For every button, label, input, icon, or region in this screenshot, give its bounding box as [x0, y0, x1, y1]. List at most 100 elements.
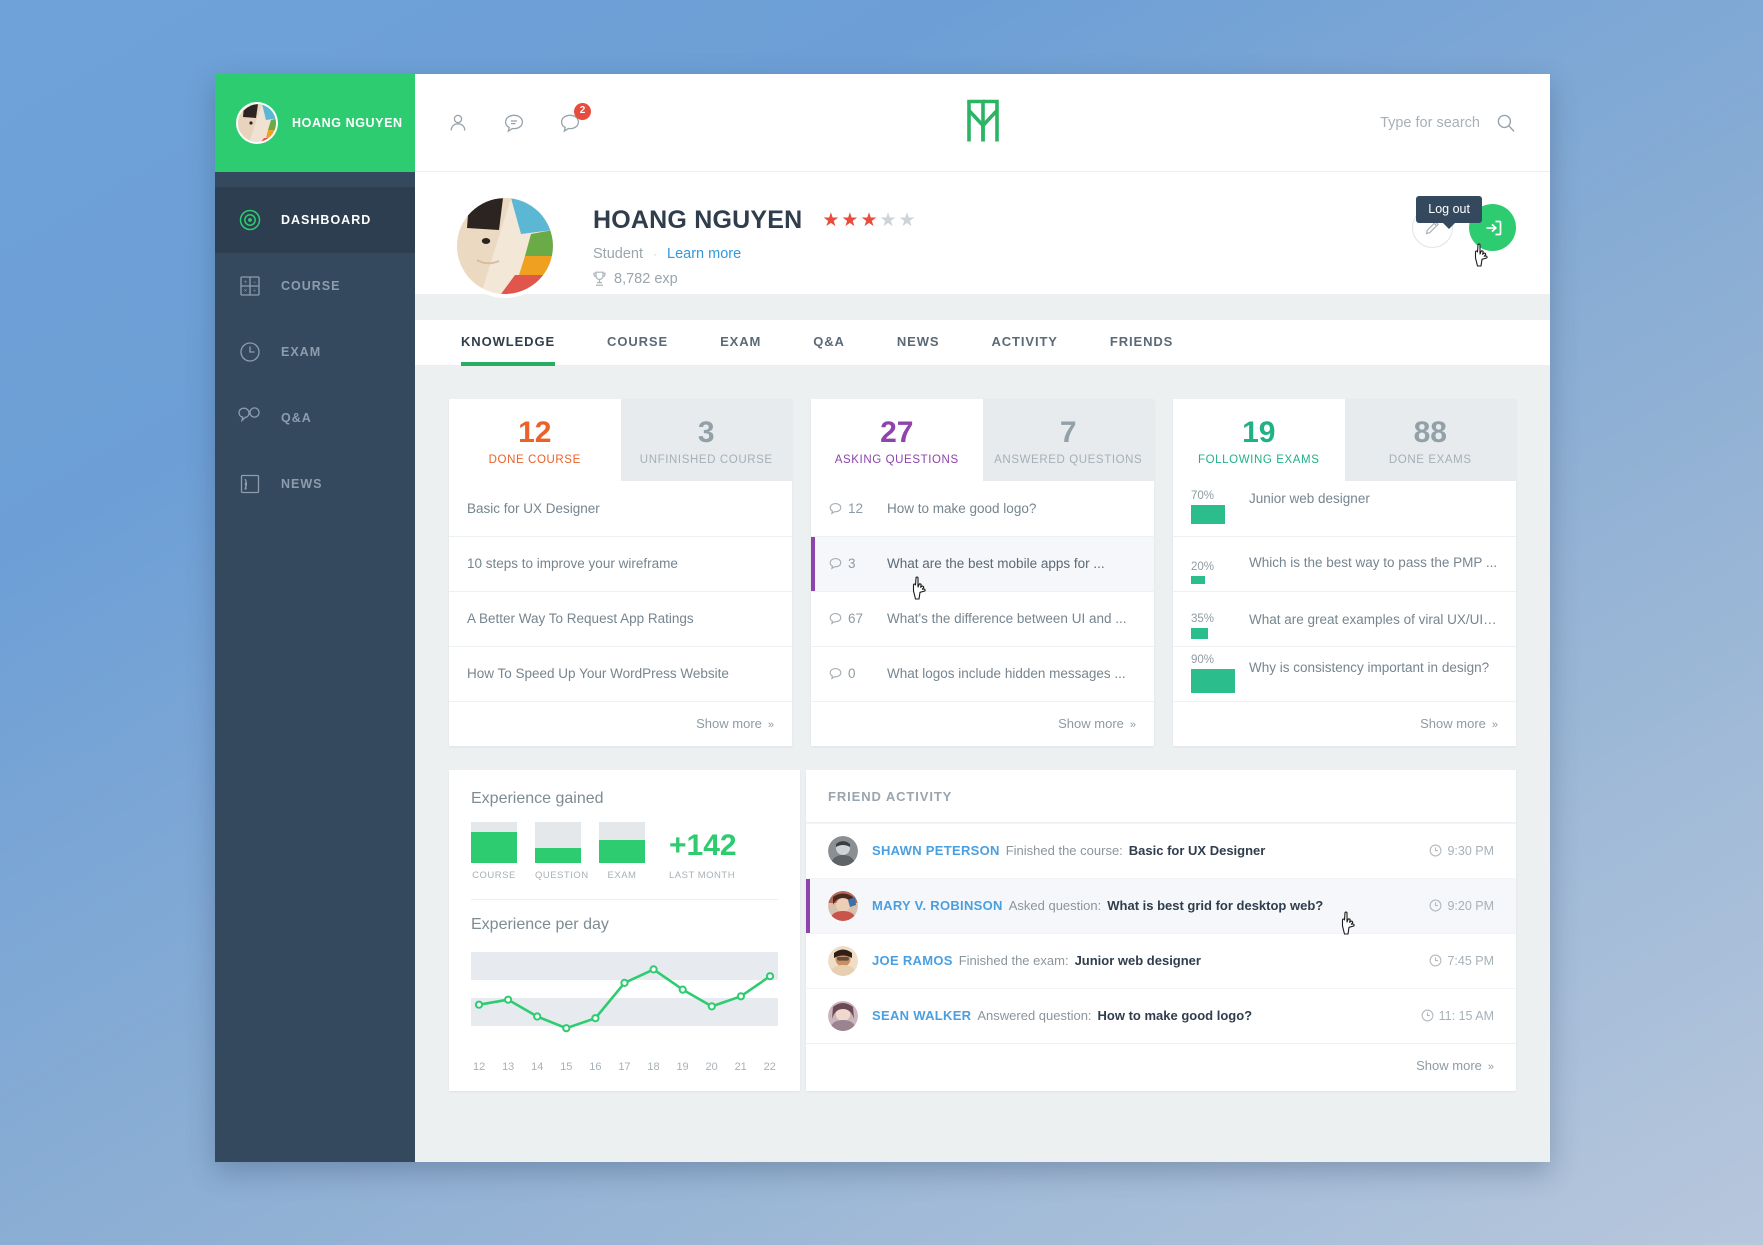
activity-user[interactable]: JOE RAMOS — [872, 953, 953, 968]
course-card-head: 12 DONE COURSE 3 UNFINISHED COURSE — [449, 399, 792, 481]
x-tick-label: 16 — [589, 1060, 602, 1073]
exam-progress: 35% — [1191, 613, 1249, 639]
exam-progress-value: 20% — [1191, 560, 1215, 573]
activity-object[interactable]: Basic for UX Designer — [1129, 843, 1266, 858]
done-course-tab[interactable]: 12 DONE COURSE — [449, 399, 621, 481]
sidebar-brand[interactable]: HOANG NGUYEN — [215, 74, 415, 172]
activity-row[interactable]: JOE RAMOS Finished the exam: Junior web … — [806, 932, 1516, 988]
sidebar-item-exam[interactable]: EXAM — [215, 319, 415, 385]
activity-user[interactable]: MARY V. ROBINSON — [872, 898, 1003, 913]
logout-button[interactable]: Log out — [1416, 196, 1516, 251]
svg-text:×: × — [244, 289, 248, 295]
answered-questions-tab[interactable]: 7 ANSWERED QUESTIONS — [982, 399, 1154, 481]
experience-bar-course: COURSE — [471, 821, 517, 881]
learn-more-link[interactable]: Learn more — [667, 246, 741, 262]
following-exams-tab[interactable]: 19 FOLLOWING EXAMS — [1173, 399, 1345, 481]
logo-n-mark — [965, 97, 1001, 148]
clock-icon — [1429, 844, 1442, 857]
tab-news[interactable]: NEWS — [871, 320, 966, 365]
activity-row[interactable]: MARY V. ROBINSON Asked question: What is… — [806, 877, 1516, 933]
messages-icon[interactable] — [503, 112, 525, 134]
list-item[interactable]: 70% Junior web designer — [1173, 481, 1516, 536]
avatar — [828, 835, 858, 866]
activity-object[interactable]: How to make good logo? — [1098, 1008, 1253, 1023]
comment-bubble-icon — [829, 558, 842, 570]
avatar — [828, 1000, 858, 1031]
sidebar-item-news[interactable]: NEWS — [215, 451, 415, 517]
star-filled: ★ — [822, 210, 840, 231]
unfinished-course-tab[interactable]: 3 UNFINISHED COURSE — [620, 399, 792, 481]
search-input[interactable] — [1310, 114, 1480, 131]
profile-info: HOANG NGUYEN ★ ★ ★ ★ ★ Student · Learn m… — [593, 198, 916, 287]
tab-course[interactable]: COURSE — [581, 320, 694, 365]
answered-questions-count: 7 — [1059, 416, 1077, 449]
sidebar-item-course[interactable]: + − × ÷ COURSE — [215, 253, 415, 319]
tab-friends[interactable]: FRIENDS — [1084, 320, 1199, 365]
chart-point — [678, 985, 687, 994]
show-more-courses[interactable]: Show more » — [449, 700, 792, 746]
sidebar-item-qa[interactable]: Q&A — [215, 385, 415, 451]
list-item[interactable]: 90% Why is consistency important in desi… — [1173, 645, 1516, 701]
following-exams-label: FOLLOWING EXAMS — [1198, 453, 1320, 466]
activity-user[interactable]: SEAN WALKER — [872, 1008, 971, 1023]
activity-object[interactable]: Junior web designer — [1075, 953, 1201, 968]
star-filled: ★ — [860, 210, 878, 231]
list-item[interactable]: 0 What logos include hidden messages ... — [811, 645, 1154, 701]
rss-icon — [237, 471, 263, 497]
list-item[interactable]: 3 What are the best mobile apps for ... — [811, 535, 1154, 591]
list-item[interactable]: 10 steps to improve your wireframe — [449, 535, 792, 591]
comment-bubble-icon — [829, 668, 842, 680]
experience-gained-title: Experience gained — [471, 789, 604, 807]
experience-total-label: LAST MONTH — [669, 869, 736, 881]
list-item[interactable]: Basic for UX Designer — [449, 481, 792, 536]
sidebar-item-label: COURSE — [281, 279, 341, 293]
clock-icon — [1429, 899, 1442, 912]
sidebar: HOANG NGUYEN DASHBOARD + − × ÷ COURSE EX… — [215, 74, 415, 1162]
notifications-icon[interactable]: 2 — [559, 102, 591, 134]
exams-card: 19 FOLLOWING EXAMS 88 DONE EXAMS 70% Jun… — [1173, 399, 1516, 746]
activity-text: SHAWN PETERSON Finished the course: Basi… — [872, 843, 1265, 858]
activity-time: 9:20 PM — [1429, 899, 1494, 913]
profile-exp-value: 8,782 exp — [614, 271, 678, 287]
done-exams-tab[interactable]: 88 DONE EXAMS — [1344, 399, 1516, 481]
list-item[interactable]: 20% Which is the best way to pass the PM… — [1173, 535, 1516, 591]
friends-icon[interactable] — [447, 112, 469, 134]
question-title: How to make good logo? — [887, 500, 1037, 516]
friend-activity-panel: FRIEND ACTIVITY SHAWN PETERSON Finished … — [806, 769, 1516, 1091]
tab-activity[interactable]: ACTIVITY — [965, 320, 1083, 365]
activity-time-value: 11: 15 AM — [1438, 1008, 1494, 1023]
bar-fill — [599, 839, 645, 863]
exam-progress: 90% — [1191, 654, 1249, 693]
activity-object[interactable]: What is best grid for desktop web? — [1107, 898, 1323, 913]
bar-fill — [471, 831, 517, 863]
profile-header: HOANG NGUYEN ★ ★ ★ ★ ★ Student · Learn m… — [415, 172, 1550, 294]
search-icon[interactable] — [1496, 113, 1516, 133]
grid-band — [471, 997, 778, 1026]
chart-point — [591, 1013, 600, 1022]
course-title: How To Speed Up Your WordPress Website — [467, 666, 729, 681]
list-item[interactable]: A Better Way To Request App Ratings — [449, 590, 792, 646]
bar-label: COURSE — [472, 869, 516, 881]
list-item[interactable]: 12 How to make good logo? — [811, 481, 1154, 536]
bar-label: QUESTION — [535, 869, 589, 881]
sidebar-item-label: Q&A — [281, 411, 312, 425]
tab-exam[interactable]: EXAM — [694, 320, 787, 365]
comment-bubble-icon — [829, 613, 842, 625]
tab-qa[interactable]: Q&A — [787, 320, 871, 365]
main-column: 2 Type for search HOANG NGUYEN ★ ★ ★ ★ ★… — [415, 74, 1550, 1162]
activity-row[interactable]: SEAN WALKER Answered question: How to ma… — [806, 987, 1516, 1043]
list-item[interactable]: 67 What's the difference between UI and … — [811, 590, 1154, 646]
question-title: What logos include hidden messages ... — [887, 666, 1126, 681]
done-exams-count: 88 — [1413, 416, 1447, 449]
sidebar-item-dashboard[interactable]: DASHBOARD — [215, 187, 415, 253]
activity-user[interactable]: SHAWN PETERSON — [872, 843, 1000, 858]
list-item[interactable]: How To Speed Up Your WordPress Website — [449, 645, 792, 701]
activity-row[interactable]: SHAWN PETERSON Finished the course: Basi… — [806, 822, 1516, 878]
tab-knowledge[interactable]: KNOWLEDGE — [449, 320, 581, 366]
show-more-exams[interactable]: Show more » — [1173, 700, 1516, 746]
show-more-questions[interactable]: Show more » — [811, 700, 1154, 746]
svg-text:÷: ÷ — [253, 289, 257, 295]
show-more-activity[interactable]: Show more » — [806, 1042, 1516, 1088]
asking-questions-tab[interactable]: 27 ASKING QUESTIONS — [811, 399, 983, 481]
list-item[interactable]: 35% What are great examples of viral UX/… — [1173, 590, 1516, 646]
